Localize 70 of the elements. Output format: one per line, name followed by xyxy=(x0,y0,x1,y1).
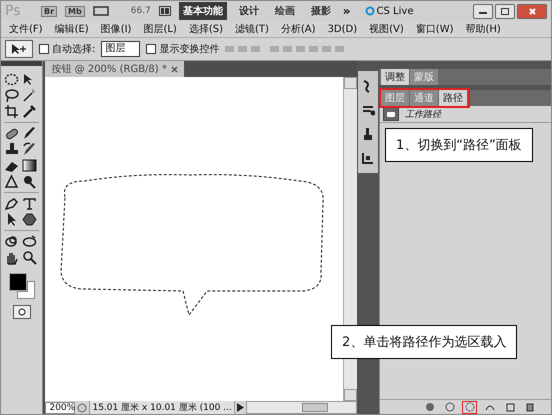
history-brush-icon[interactable] xyxy=(22,142,38,157)
stamp-icon[interactable] xyxy=(4,142,20,157)
callout-note: 1、切换到“路径”面板 xyxy=(385,128,533,162)
workspace-tab[interactable]: 基本功能 xyxy=(178,2,227,20)
menu-item[interactable]: 3D(D) xyxy=(322,24,364,34)
filled-circle-icon xyxy=(424,402,434,412)
foreground-color-swatch[interactable] xyxy=(8,273,27,291)
menu-item[interactable]: 文件(F) xyxy=(3,22,49,36)
path-name: 工作路径 xyxy=(405,108,442,120)
maximize-button[interactable] xyxy=(495,4,515,18)
checkbox-label: 显示变换控件 xyxy=(159,42,220,56)
checkbox[interactable] xyxy=(39,44,49,54)
checkbox[interactable] xyxy=(146,44,156,54)
zoom-level[interactable]: 66.7 xyxy=(130,6,151,16)
tool-preset-picker[interactable] xyxy=(5,40,33,58)
panel-tab[interactable]: 调整 xyxy=(381,69,410,85)
pen-icon[interactable] xyxy=(4,196,20,211)
menu-item[interactable]: 帮助(H) xyxy=(460,22,507,36)
maximize-icon xyxy=(501,8,509,14)
more-workspaces-button[interactable]: » xyxy=(342,4,351,18)
move-tool-icon xyxy=(10,43,28,55)
dodge-icon[interactable] xyxy=(22,174,38,189)
layer-dropdown[interactable]: 图层 xyxy=(101,41,140,57)
callout-note: 2、单击将路径作为选区载入 xyxy=(331,325,518,359)
menu-item[interactable]: 编辑(E) xyxy=(48,22,95,36)
hexagon-icon[interactable] xyxy=(22,212,38,227)
circle-icon xyxy=(444,402,454,412)
workspace-tab[interactable]: 绘画 xyxy=(270,2,299,20)
dashed-circle-icon xyxy=(464,402,474,412)
document-title: 按钮 @ 200% (RGB/8) * xyxy=(51,62,167,76)
document-info: 15.01 厘米 x 10.01 厘米 (100 ... xyxy=(89,400,235,414)
lasso-icon[interactable] xyxy=(4,88,20,103)
close-icon[interactable] xyxy=(170,66,178,72)
circle-icon xyxy=(18,308,26,316)
menu-item[interactable]: 视图(V) xyxy=(363,22,410,36)
minimize-button[interactable] xyxy=(473,4,493,18)
checkbox-label: 自动选择: xyxy=(52,42,96,56)
vertical-scrollbar[interactable] xyxy=(343,77,358,401)
type-icon[interactable] xyxy=(22,196,38,211)
magic-wand-icon[interactable] xyxy=(22,88,38,103)
menu-item[interactable]: 窗口(W) xyxy=(410,22,460,36)
close-button[interactable] xyxy=(517,4,547,18)
zoom-icon[interactable] xyxy=(22,250,38,265)
shape-icon xyxy=(387,112,396,116)
panel-button[interactable] xyxy=(462,400,477,414)
ellipse-marquee-icon[interactable] xyxy=(4,72,20,87)
menu-item[interactable]: 滤镜(T) xyxy=(228,22,275,36)
horizontal-scrollbar[interactable] xyxy=(246,401,358,414)
brush-icon[interactable] xyxy=(22,126,38,141)
gradient-icon[interactable] xyxy=(22,158,38,173)
menu-item[interactable]: 分析(A) xyxy=(274,22,322,36)
crop-icon[interactable] xyxy=(4,104,20,119)
panel-tab[interactable]: 路径 xyxy=(439,90,468,106)
triangle-icon[interactable] xyxy=(4,174,20,189)
document-tab[interactable]: 按钮 @ 200% (RGB/8) * xyxy=(45,61,184,77)
menu-item[interactable]: 图像(I) xyxy=(94,22,138,36)
close-icon xyxy=(528,8,536,14)
background-color-swatch[interactable] xyxy=(16,281,35,299)
zoom-field[interactable]: 200% xyxy=(45,402,76,414)
cs-live-menu[interactable]: CS Live xyxy=(376,6,414,16)
launcher-button[interactable]: Mb xyxy=(65,6,85,16)
launcher-button[interactable]: Br xyxy=(41,6,58,16)
workspace-tab[interactable]: 摄影 xyxy=(306,2,335,20)
menu-item[interactable]: 选择(S) xyxy=(182,22,229,36)
quick-mask-button[interactable] xyxy=(12,305,31,319)
workspace-tab[interactable]: 设计 xyxy=(234,2,263,20)
menu-item[interactable]: 图层(L) xyxy=(137,22,183,36)
path-row[interactable]: 工作路径 xyxy=(380,106,551,123)
arrange-icon[interactable] xyxy=(158,6,171,16)
circle-icon xyxy=(364,6,375,16)
